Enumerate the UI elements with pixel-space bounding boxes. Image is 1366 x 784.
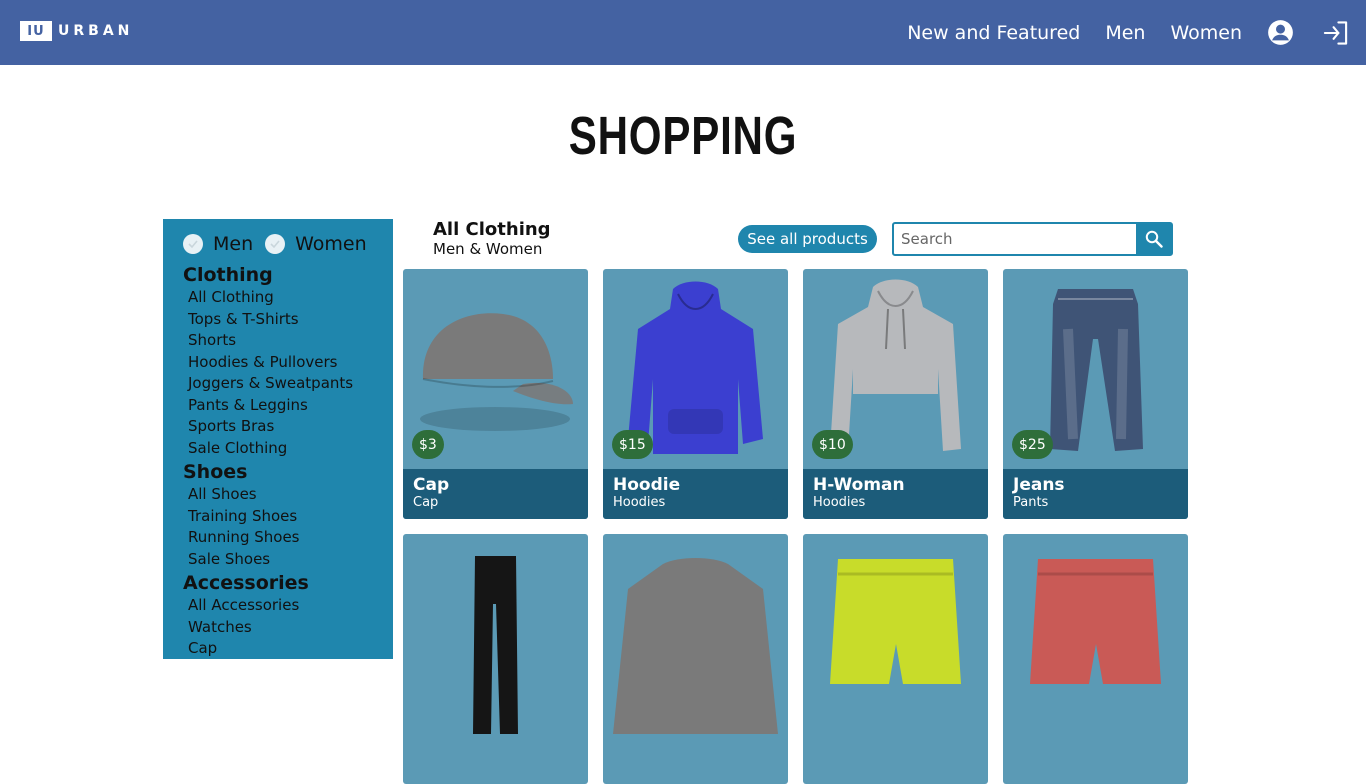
check-icon	[188, 240, 198, 249]
product-card[interactable]	[1003, 534, 1188, 784]
product-info: Hoodie Hoodies	[603, 469, 788, 519]
product-category: Hoodies	[613, 495, 666, 510]
product-category: Pants	[1013, 495, 1049, 510]
product-card[interactable]: $3 Cap Cap	[403, 269, 588, 519]
check-icon	[270, 240, 280, 249]
women-filter-label: Women	[295, 233, 367, 255]
search-button[interactable]	[1136, 224, 1171, 254]
brand-logo[interactable]: IU URBAN	[20, 21, 133, 41]
sidebar-item[interactable]: Cap	[183, 638, 393, 660]
product-category: Cap	[413, 495, 439, 510]
product-card[interactable]: $15 Hoodie Hoodies	[603, 269, 788, 519]
product-category: Hoodies	[813, 495, 866, 510]
sidebar-item[interactable]: Sale Shoes	[183, 549, 393, 571]
nav-links: New and Featured Men Women	[907, 0, 1366, 65]
sidebar-item[interactable]: All Clothing	[183, 287, 393, 309]
account-icon[interactable]	[1267, 19, 1294, 46]
brand-mark: IU	[20, 21, 52, 41]
page-title: SHOPPING	[568, 106, 798, 166]
category-heading[interactable]: Shoes	[183, 460, 393, 484]
sidebar-item[interactable]: Hoodies & Pullovers	[183, 352, 393, 374]
sidebar-item[interactable]: Sale Clothing	[183, 438, 393, 460]
sidebar-item[interactable]: Sports Bras	[183, 416, 393, 438]
price-badge: $10	[812, 430, 853, 459]
section-title: All Clothing	[433, 219, 551, 240]
sidebar-item[interactable]: Pants & Leggins	[183, 395, 393, 417]
see-all-products-button[interactable]: See all products	[738, 225, 877, 253]
gender-filter: Men Women	[183, 231, 393, 257]
category-heading[interactable]: Accessories	[183, 571, 393, 595]
nav-link-men[interactable]: Men	[1105, 22, 1145, 44]
search-icon	[1145, 230, 1163, 248]
brand-name: URBAN	[58, 23, 134, 39]
shorts-image	[803, 534, 988, 734]
product-card[interactable]	[403, 534, 588, 784]
product-info: Jeans Pants	[1003, 469, 1188, 519]
product-info: H-Woman Hoodies	[803, 469, 988, 519]
sidebar-item[interactable]: Running Shoes	[183, 527, 393, 549]
top-navbar: IU URBAN New and Featured Men Women	[0, 0, 1366, 65]
sidebar-item[interactable]: Watches	[183, 617, 393, 639]
sweater-image	[603, 534, 788, 734]
product-card[interactable]: $10 H-Woman Hoodies	[803, 269, 988, 519]
filter-sidebar: Men Women Clothing All Clothing Tops & T-S…	[163, 219, 393, 659]
price-badge: $25	[1012, 430, 1053, 459]
shorts-image	[1003, 534, 1188, 734]
product-name: H-Woman	[813, 475, 905, 495]
product-info: Cap Cap	[403, 469, 588, 519]
search-input[interactable]	[894, 224, 1136, 254]
leggings-image	[403, 534, 588, 734]
nav-link-women[interactable]: Women	[1170, 22, 1242, 44]
price-badge: $15	[612, 430, 653, 459]
sidebar-item[interactable]: All Shoes	[183, 484, 393, 506]
product-card[interactable]	[803, 534, 988, 784]
sidebar-item[interactable]: Training Shoes	[183, 506, 393, 528]
men-checkbox[interactable]	[183, 234, 203, 254]
product-card[interactable]	[603, 534, 788, 784]
women-checkbox[interactable]	[265, 234, 286, 254]
sidebar-item[interactable]: Joggers & Sweatpants	[183, 373, 393, 395]
sidebar-item[interactable]: All Accessories	[183, 595, 393, 617]
men-filter-label: Men	[213, 233, 254, 255]
sidebar-item[interactable]: Tops & T-Shirts	[183, 309, 393, 331]
product-name: Jeans	[1013, 475, 1065, 495]
price-badge: $3	[412, 430, 444, 459]
nav-link-new-featured[interactable]: New and Featured	[907, 22, 1080, 44]
product-name: Cap	[413, 475, 450, 495]
category-list: Clothing All Clothing Tops & T-Shirts Short…	[183, 263, 393, 660]
product-name: Hoodie	[613, 475, 681, 495]
sidebar-item[interactable]: Shorts	[183, 330, 393, 352]
section-subtitle: Men & Women	[433, 240, 543, 258]
product-card[interactable]: $25 Jeans Pants	[1003, 269, 1188, 519]
search-box	[892, 222, 1173, 256]
login-icon[interactable]	[1322, 19, 1349, 46]
category-heading[interactable]: Clothing	[183, 263, 393, 287]
